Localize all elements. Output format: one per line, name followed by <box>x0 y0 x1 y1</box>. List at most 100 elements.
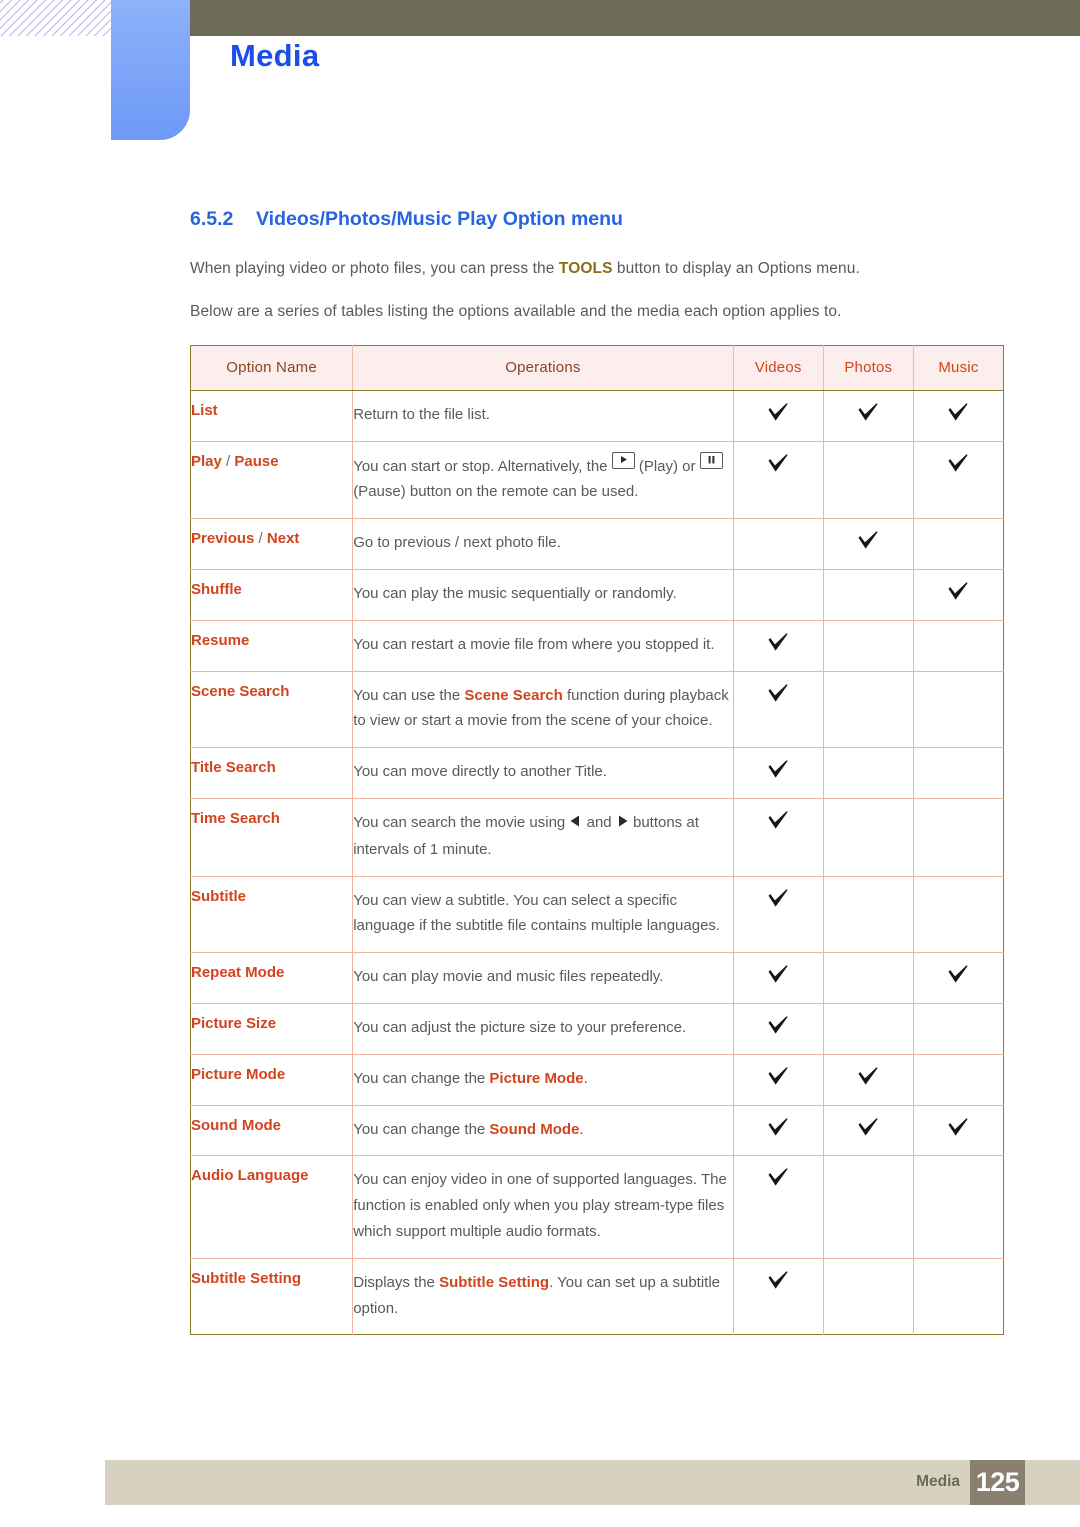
checkmark-icon <box>767 632 789 652</box>
music-mark-cell <box>913 1258 1003 1335</box>
photos-mark-cell <box>823 390 914 442</box>
pause-button-key-icon <box>699 451 723 469</box>
table-row: Scene Search You can use the Scene Search… <box>190 671 1004 749</box>
option-name-cell: Picture Size <box>190 1003 354 1055</box>
option-name-separator: / <box>221 452 235 470</box>
music-mark-cell <box>913 1054 1004 1106</box>
table-row: Title Search You can move directly to ano… <box>190 747 1004 800</box>
option-name-keyword: Subtitle <box>191 887 246 905</box>
option-name-keyword: Audio Language <box>191 1167 309 1185</box>
videos-mark-cell <box>733 952 824 1004</box>
music-mark-cell <box>913 1003 1004 1055</box>
videos-mark-cell <box>733 441 824 520</box>
col-header-option-name: Option Name <box>190 345 354 391</box>
option-name-cell: Audio Language <box>190 1155 354 1259</box>
intro-text-after: button to display an Options menu. <box>612 260 860 277</box>
intro-paragraph-1: When playing video or photo files, you c… <box>190 259 1004 280</box>
checkmark-icon <box>767 964 789 984</box>
play-option-table: Option Name Operations Videos Photos Mus… <box>190 344 1004 1336</box>
videos-mark-cell <box>733 876 824 954</box>
photos-mark-cell <box>823 620 914 672</box>
operations-cell: Go to previous / next photo file. <box>352 518 734 571</box>
operations-cell: You can search the movie using and butto… <box>352 798 734 877</box>
videos-mark-cell <box>733 1105 824 1157</box>
photos-mark-cell <box>823 569 914 621</box>
videos-mark-cell <box>733 1054 824 1106</box>
photos-mark-cell <box>823 1054 914 1106</box>
videos-mark-cell <box>733 671 824 749</box>
table-row: Shuffle You can play the music sequential… <box>190 569 1004 621</box>
option-name-keyword: Scene Search <box>191 682 290 700</box>
videos-mark-cell <box>733 518 824 571</box>
option-name-keyword: Picture Mode <box>191 1065 286 1083</box>
option-name-cell: Time Search <box>190 798 354 877</box>
checkmark-icon <box>947 964 969 984</box>
videos-mark-cell <box>733 569 824 621</box>
play-button-key-icon <box>611 451 635 469</box>
checkmark-icon <box>947 453 969 473</box>
left-arrow-icon <box>569 811 582 837</box>
operations-cell: You can view a subtitle. You can select … <box>352 876 734 954</box>
page-header: Media <box>0 0 1080 160</box>
col-header-videos: Videos <box>733 345 824 391</box>
operations-cell: You can change the Sound Mode. <box>352 1105 734 1157</box>
photos-mark-cell <box>823 1003 914 1055</box>
right-arrow-icon <box>616 811 629 837</box>
checkmark-icon <box>767 1167 789 1187</box>
option-name-cell: Previous / Next <box>190 518 354 571</box>
music-mark-cell <box>913 876 1004 954</box>
operations-cell: You can play movie and music files repea… <box>352 952 734 1004</box>
operations-cell: You can enjoy video in one of supported … <box>352 1155 734 1259</box>
music-mark-cell <box>913 798 1004 877</box>
operations-cell: You can use the Scene Search function du… <box>352 671 734 749</box>
videos-mark-cell <box>733 1003 824 1055</box>
option-name-keyword: Subtitle Setting <box>191 1269 301 1287</box>
option-name-keyword: List <box>191 401 218 419</box>
table-row: Sound Mode You can change the Sound Mode. <box>190 1105 1004 1157</box>
header-blue-tab <box>111 0 190 140</box>
table-row: Picture Mode You can change the Picture M… <box>190 1054 1004 1106</box>
table-row: Play / Pause You can start or stop. Alter… <box>190 441 1004 520</box>
music-mark-cell <box>913 747 1004 800</box>
operations-cell: Return to the file list. <box>352 390 734 442</box>
option-name-cell: Subtitle Setting <box>190 1258 354 1335</box>
checkmark-icon <box>767 1117 789 1137</box>
music-mark-cell <box>913 1155 1004 1259</box>
intro-text-before: When playing video or photo files, you c… <box>190 260 559 277</box>
col-header-music: Music <box>913 345 1004 391</box>
music-mark-cell <box>913 441 1004 520</box>
header-olive-bar <box>190 0 1080 36</box>
checkmark-icon <box>947 1117 969 1137</box>
option-name-keyword: Pause <box>234 452 279 470</box>
option-name-cell: List <box>190 390 354 442</box>
videos-mark-cell <box>733 1258 824 1335</box>
photos-mark-cell <box>823 952 914 1004</box>
operations-cell: You can adjust the picture size to your … <box>352 1003 734 1055</box>
operations-cell: You can move directly to another Title. <box>352 747 734 800</box>
photos-mark-cell <box>823 441 914 520</box>
table-header-row: Option Name Operations Videos Photos Mus… <box>190 345 1004 391</box>
videos-mark-cell <box>733 390 824 442</box>
section-number: 6.5.2 <box>190 208 234 230</box>
photos-mark-cell <box>823 518 914 571</box>
checkmark-icon <box>767 402 789 422</box>
checkmark-icon <box>767 888 789 908</box>
option-name-keyword: Title Search <box>191 759 276 777</box>
chapter-title: Media <box>230 38 320 73</box>
operations-cell: You can play the music sequentially or r… <box>352 569 734 621</box>
photos-mark-cell <box>823 1105 914 1157</box>
option-name-keyword: Sound Mode <box>191 1116 281 1134</box>
table-row: Time Search You can search the movie usin… <box>190 798 1004 877</box>
option-name-keyword: Next <box>266 530 300 548</box>
table-row: Repeat Mode You can play movie and music … <box>190 952 1004 1004</box>
hatch-decoration <box>0 0 112 36</box>
photos-mark-cell <box>823 1258 914 1335</box>
option-name-cell: Picture Mode <box>190 1054 354 1106</box>
option-name-keyword: Play <box>191 452 222 470</box>
section-heading: 6.5.2 Videos/Photos/Music Play Option me… <box>190 208 1004 231</box>
music-mark-cell <box>913 620 1004 672</box>
photos-mark-cell <box>823 798 914 877</box>
checkmark-icon <box>767 759 789 779</box>
option-name-cell: Title Search <box>190 747 354 800</box>
intro-paragraph-2: Below are a series of tables listing the… <box>190 302 842 320</box>
